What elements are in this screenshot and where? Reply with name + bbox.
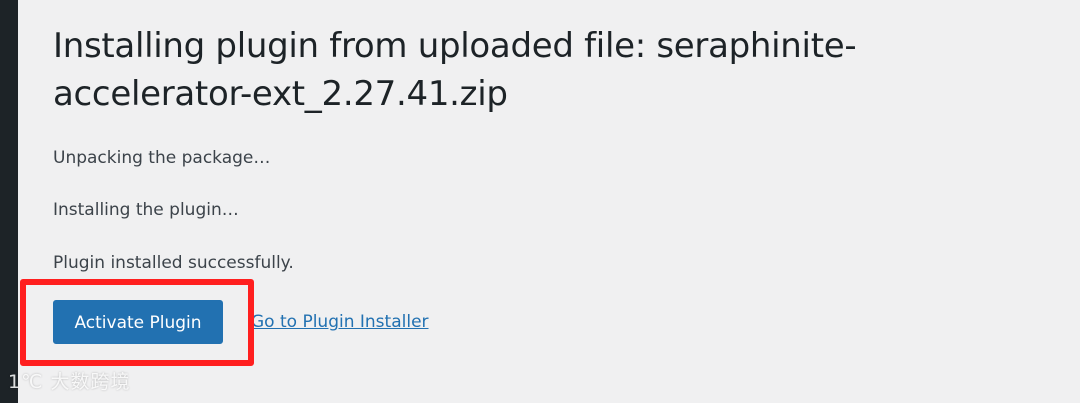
admin-sidebar-edge — [0, 0, 18, 403]
status-installing: Installing the plugin… — [53, 200, 239, 220]
page-title: Installing plugin from uploaded file: se… — [53, 26, 857, 114]
activate-plugin-button[interactable]: Activate Plugin — [53, 300, 223, 344]
watermark-logo: 1℃ 大数跨境 — [8, 371, 131, 393]
status-unpacking: Unpacking the package… — [53, 148, 271, 168]
go-to-plugin-installer-link[interactable]: Go to Plugin Installer — [251, 311, 429, 333]
status-installed: Plugin installed successfully. — [53, 253, 294, 273]
